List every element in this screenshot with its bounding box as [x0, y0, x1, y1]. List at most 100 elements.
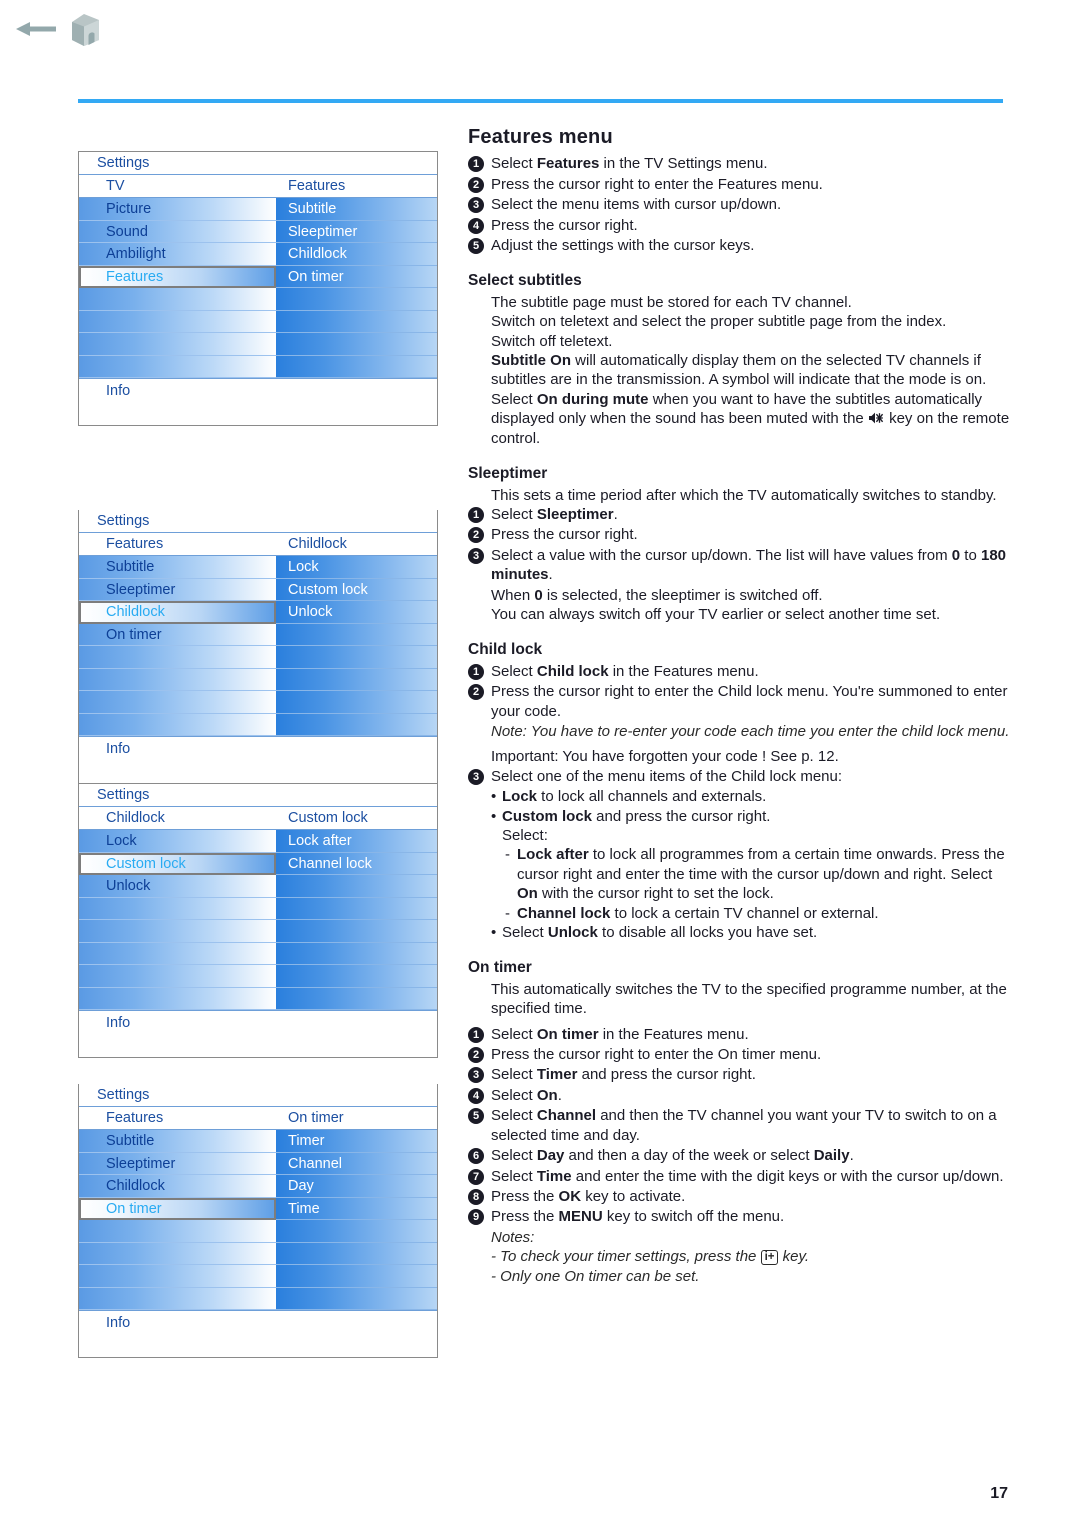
back-arrow-icon[interactable] — [14, 16, 60, 42]
step-number-2: 2 — [468, 176, 484, 193]
menu-item-selected[interactable]: Childlock — [79, 601, 276, 624]
dash-text: Channel lock to lock a certain TV channe… — [517, 904, 879, 922]
select-label-row: Select: — [491, 826, 1013, 845]
manual-body: Features menu 1 Select Features in the T… — [468, 127, 1013, 1286]
step-number-1: 1 — [468, 506, 484, 523]
menu-item-empty — [79, 646, 276, 669]
tv-menu-panel-4: Settings Features On timer Subtitle Slee… — [78, 1084, 438, 1358]
menu-item-empty — [276, 987, 437, 1010]
menu-item[interactable]: Sleeptimer — [79, 1152, 276, 1175]
menu-item[interactable]: Lock after — [276, 830, 437, 853]
menu-item[interactable]: Day — [276, 1175, 437, 1198]
menu-item-empty — [79, 965, 276, 988]
child-lock-steps-list: 1 Select Child lock in the Features menu… — [468, 662, 1013, 786]
bullet-dot-icon: • — [491, 807, 497, 825]
menu-item-empty — [276, 897, 437, 920]
menu-item[interactable]: Timer — [276, 1130, 437, 1153]
menu-item-selected[interactable]: On timer — [79, 1197, 276, 1220]
menu-item-empty — [79, 288, 276, 311]
on-timer-intro: This automatically switches the TV to th… — [491, 980, 1007, 1018]
menu-item[interactable]: Subtitle — [79, 556, 276, 579]
menu-right-column: Lock Custom lock Unlock — [276, 556, 437, 736]
list-item: • Lock to lock all channels and external… — [491, 787, 1013, 806]
menu-item[interactable]: Subtitle — [79, 1130, 276, 1153]
step-text: Press the MENU key to switch off the men… — [491, 1208, 785, 1226]
menu-item[interactable]: On timer — [79, 623, 276, 646]
menu-item[interactable]: Channel — [276, 1152, 437, 1175]
menu-item[interactable]: Childlock — [79, 1175, 276, 1198]
list-item: • Custom lock and press the cursor right… — [491, 807, 1013, 826]
menu-info-bar: Info — [79, 378, 437, 425]
step-text: Press the cursor right. — [491, 216, 638, 234]
list-item: 3 Select the menu items with cursor up/d… — [468, 195, 1013, 214]
section-heading-on-timer: On timer — [468, 959, 532, 977]
menu-item-empty — [79, 691, 276, 714]
menu-item[interactable]: Sleeptimer — [276, 220, 437, 243]
menu-right-column: Subtitle Sleeptimer Childlock On timer — [276, 198, 437, 378]
step-number-7: 7 — [468, 1168, 484, 1185]
menu-item-empty — [276, 333, 437, 356]
menu-item[interactable]: Lock — [276, 556, 437, 579]
menu-column-headers: Childlock Custom lock — [79, 807, 437, 830]
step-text: Select Child lock in the Features menu. — [491, 662, 759, 680]
menu-item-empty — [79, 897, 276, 920]
menu-item[interactable]: Sound — [79, 220, 276, 243]
section-heading-select-subtitles: Select subtitles — [468, 272, 582, 290]
menu-item[interactable]: Sleeptimer — [79, 578, 276, 601]
step-text: Adjust the settings with the cursor keys… — [491, 237, 755, 255]
menu-item[interactable]: Unlock — [276, 601, 437, 624]
child-lock-important: Important: You have forgotten your code … — [491, 748, 839, 766]
list-item: 1 Select On timer in the Features menu. — [468, 1025, 1013, 1044]
step-text: Select Features in the TV Settings menu. — [491, 155, 768, 173]
step-number-4: 4 — [468, 217, 484, 234]
menu-left-column: Subtitle Sleeptimer Childlock On timer — [79, 556, 276, 736]
menu-item-empty — [79, 1287, 276, 1310]
menu-title: Settings — [79, 784, 437, 807]
menu-item-empty — [276, 1242, 437, 1265]
menu-item[interactable]: Childlock — [276, 243, 437, 266]
menu-item-empty — [79, 1265, 276, 1288]
menu-left-column: Picture Sound Ambilight Features — [79, 198, 276, 378]
paragraph-line: When 0 is selected, the sleeptimer is sw… — [491, 586, 823, 604]
list-item: 1 Select Features in the TV Settings men… — [468, 154, 1013, 173]
menu-item[interactable]: Time — [276, 1197, 437, 1220]
bullet-text: Select Unlock to disable all locks you h… — [502, 924, 818, 942]
menu-item-empty — [276, 942, 437, 965]
list-item: - Channel lock to lock a certain TV chan… — [505, 904, 1013, 923]
tv-menu-panel-3: Settings Childlock Custom lock Lock Cust… — [78, 784, 438, 1058]
note-text-pre: - To check your timer settings, press th… — [491, 1248, 757, 1266]
step-text: Select Sleeptimer. — [491, 505, 618, 523]
step-text: Select a value with the cursor up/down. … — [491, 546, 1007, 584]
step-text: Press the OK key to activate. — [491, 1187, 686, 1205]
menu-item[interactable]: Picture — [79, 198, 276, 221]
menu-left-column: Lock Custom lock Unlock — [79, 830, 276, 1010]
menu-title: Settings — [79, 1084, 437, 1107]
menu-header-right: Features — [288, 178, 346, 194]
menu-left-column: Subtitle Sleeptimer Childlock On timer — [79, 1130, 276, 1310]
list-item: 2 Press the cursor right to enter the On… — [468, 1045, 1013, 1064]
menu-item[interactable]: Unlock — [79, 875, 276, 898]
menu-column-headers: TV Features — [79, 175, 437, 198]
menu-item[interactable]: Lock — [79, 830, 276, 853]
bullet-dot-icon: • — [491, 924, 497, 942]
menu-item-selected[interactable]: Features — [79, 265, 276, 288]
paragraph-line: Switch on teletext and select the proper… — [491, 313, 947, 331]
note-line-1: - To check your timer settings, press th… — [491, 1247, 1013, 1266]
home-icon[interactable] — [68, 9, 104, 49]
on-timer-steps-list: 1 Select On timer in the Features menu. … — [468, 1025, 1013, 1227]
menu-item[interactable]: On timer — [276, 265, 437, 288]
menu-item-selected[interactable]: Custom lock — [79, 852, 276, 875]
menu-item-empty — [79, 333, 276, 356]
menu-header-right: Custom lock — [288, 810, 368, 826]
menu-title: Settings — [79, 510, 437, 533]
step-text: Select Channel and then the TV channel y… — [491, 1107, 997, 1144]
menu-item[interactable]: Subtitle — [276, 198, 437, 221]
menu-item[interactable]: Custom lock — [276, 578, 437, 601]
menu-item-empty — [276, 965, 437, 988]
step-number-3: 3 — [468, 547, 484, 564]
menu-item[interactable]: Channel lock — [276, 852, 437, 875]
menu-item-empty — [79, 987, 276, 1010]
notes-label: Notes: — [491, 1228, 535, 1246]
menu-item[interactable]: Ambilight — [79, 243, 276, 266]
menu-item-empty — [276, 355, 437, 378]
